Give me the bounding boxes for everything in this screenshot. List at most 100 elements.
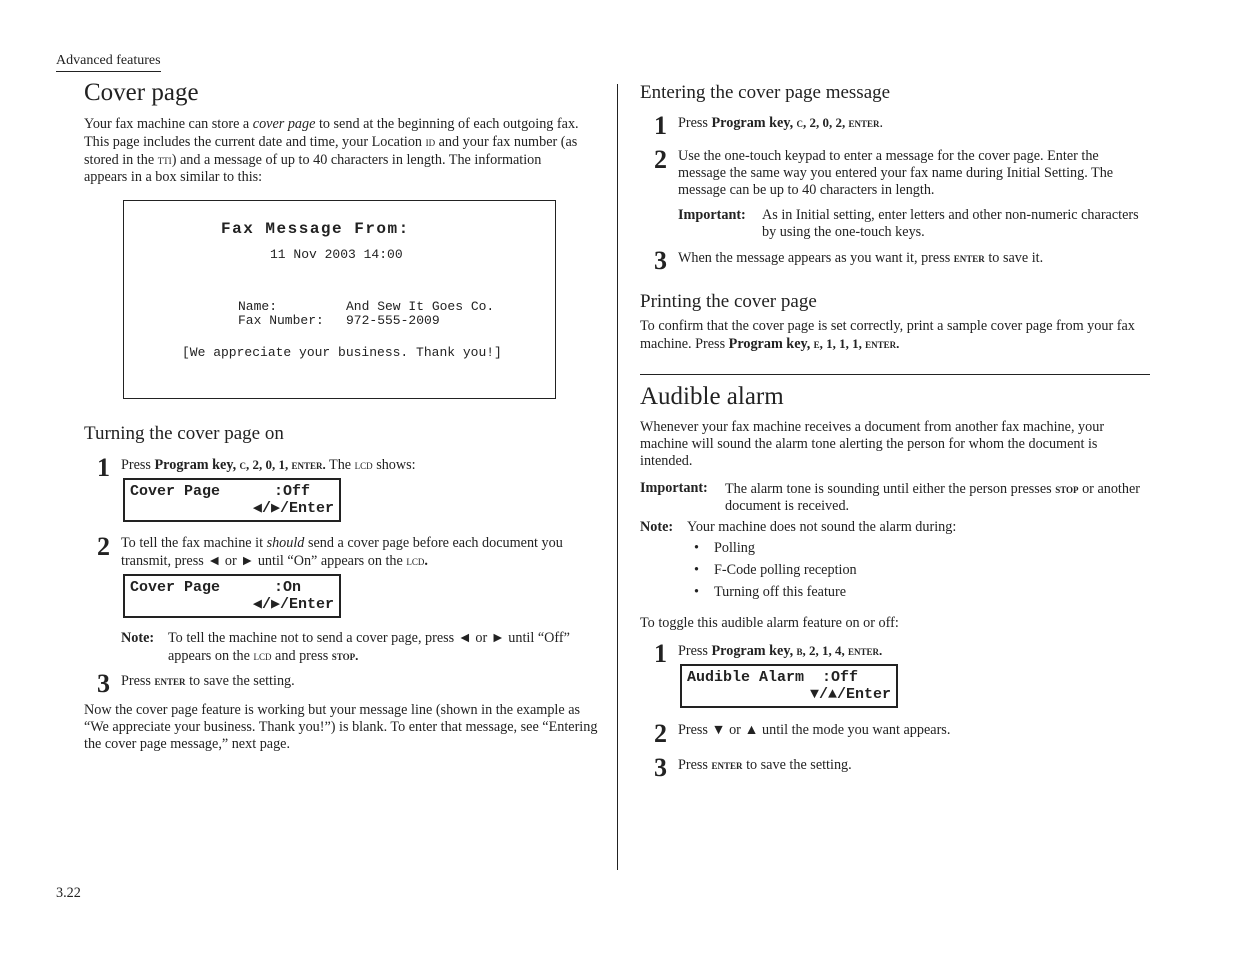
cover-page-intro: Your fax machine can store a cover page …: [84, 116, 584, 186]
list-item: Turning off this feature: [694, 584, 857, 606]
note-text-part: To tell the machine not to send a cover …: [168, 630, 570, 664]
step-text: When the message appears as you want it,…: [678, 250, 954, 266]
step-text: Press: [678, 757, 712, 773]
step-text: Press: [121, 457, 155, 473]
step-emphasis: should: [266, 535, 305, 551]
stop-key: STOP: [1055, 481, 1079, 496]
step-number: 3: [97, 669, 110, 698]
lcd-display-audible-alarm: Audible Alarm :Off ▼/▲/Enter: [680, 664, 898, 708]
program-key-label: Program key,: [711, 643, 794, 659]
enter-key: ENTER.: [291, 457, 326, 472]
step-text: shows:: [372, 457, 416, 473]
important-label: Important:: [678, 207, 746, 223]
program-key-label: Program key,: [711, 115, 794, 131]
lcd-line-2: ◀/▶/Enter: [252, 500, 334, 517]
enter-key: ENTER.: [847, 643, 883, 658]
step-text: .: [424, 553, 428, 569]
key-sequence: E, 1, 1, 1,: [810, 336, 866, 351]
important-text-part: The alarm tone is sounding until either …: [725, 481, 1056, 497]
step-text: to save the setting.: [185, 673, 295, 689]
step-text: Press: [678, 115, 712, 131]
fax-sample-fax-label: Fax Number:: [238, 313, 324, 328]
lcd-line-2: ▼/▲/Enter: [809, 686, 891, 703]
turning-on-title: Turning the cover page on: [84, 423, 284, 444]
lcd-line-2: ◀/▶/Enter: [252, 596, 334, 613]
note-label: Note:: [640, 519, 674, 535]
intro-text: Your fax machine can store a: [84, 116, 253, 132]
turning-on-step-3: Press ENTER to save the setting.: [121, 672, 601, 690]
section-divider: [640, 374, 1150, 375]
audible-note: Note: Your machine does not sound the al…: [640, 519, 1145, 536]
entering-step-2: Use the one-touch keypad to enter a mess…: [678, 148, 1114, 198]
alarm-step-3: Press ENTER to save the setting.: [678, 756, 1148, 774]
step-number: 1: [654, 111, 667, 140]
key-sequence: C, 2, 0, 1,: [236, 457, 292, 472]
alarm-exceptions-list: Polling F-Code polling reception Turning…: [694, 540, 857, 606]
audible-important: Important: The alarm tone is sounding un…: [640, 480, 1145, 515]
lcd-abbr: LCD: [253, 648, 272, 663]
step-text: To tell the fax machine it: [121, 535, 267, 551]
fax-sample-heading: Fax Message From:: [221, 220, 410, 238]
page-number: 3.22: [56, 885, 81, 901]
audible-alarm-intro: Whenever your fax machine receives a doc…: [640, 419, 1105, 469]
program-key-label: Program key,: [728, 336, 811, 352]
note-text: To tell the machine not to send a cover …: [168, 630, 601, 665]
audible-alarm-title: Audible alarm: [640, 383, 784, 410]
enter-key: ENTER: [848, 115, 880, 130]
lcd-display-cover-on: Cover Page :On ◀/▶/Enter: [123, 574, 341, 618]
step-number: 3: [654, 753, 667, 782]
lcd-line-1: Cover Page :On: [130, 579, 302, 596]
enter-key: ENTER: [154, 673, 186, 688]
step-number: 1: [654, 639, 667, 668]
entering-message-title: Entering the cover page message: [640, 82, 891, 103]
printing-title: Printing the cover page: [640, 291, 817, 312]
column-divider: [617, 84, 618, 870]
step-text: Press: [121, 673, 155, 689]
important-text: The alarm tone is sounding until either …: [725, 480, 1145, 515]
key-sequence: B, 2, 1, 4,: [793, 643, 848, 658]
entering-step-3: When the message appears as you want it,…: [678, 249, 1148, 267]
list-item: F-Code polling reception: [694, 562, 857, 584]
turning-on-step-1: Press Program key, C, 2, 0, 1, ENTER. Th…: [121, 456, 601, 474]
enter-key: ENTER: [953, 250, 985, 265]
program-key-label: Program key,: [154, 457, 237, 473]
step-text: .: [879, 115, 884, 131]
fax-sample-datetime: 11 Nov 2003 14:00: [270, 247, 403, 262]
step-text: Press: [678, 643, 712, 659]
intro-id: ID: [425, 134, 436, 149]
step-text: to save the setting.: [742, 757, 852, 773]
running-head: Advanced features: [56, 53, 161, 72]
stop-key: STOP.: [331, 648, 359, 663]
step-text: to save it.: [984, 250, 1044, 266]
alarm-step-2: Press ▼ or ▲ until the mode you want app…: [678, 722, 951, 738]
intro-emphasis: cover page: [252, 116, 316, 132]
intro-tti: TTI: [157, 152, 172, 167]
printing-text: To confirm that the cover page is set co…: [640, 318, 1150, 353]
turning-on-note: Note: To tell the machine not to send a …: [121, 630, 601, 665]
fax-sample-name-label: Name:: [238, 299, 278, 314]
lcd-display-cover-off: Cover Page :Off ◀/▶/Enter: [123, 478, 341, 522]
lcd-line-1: Audible Alarm :Off: [687, 669, 859, 686]
note-label: Note:: [121, 630, 155, 646]
list-item: Polling: [694, 540, 857, 562]
step-number: 3: [654, 246, 667, 275]
fax-sample-box: Fax Message From: 11 Nov 2003 14:00 Name…: [123, 200, 556, 399]
toggle-text: To toggle this audible alarm feature on …: [640, 615, 899, 631]
lcd-line-1: Cover Page :Off: [130, 483, 311, 500]
key-sequence: C, 2, 0, 2,: [793, 115, 849, 130]
enter-key: ENTER.: [865, 336, 900, 351]
lcd-abbr: LCD: [406, 553, 425, 568]
entering-step-1: Press Program key, C, 2, 0, 2, ENTER.: [678, 114, 1148, 132]
important-label: Important:: [640, 480, 708, 496]
fax-sample-message: [We appreciate your business. Thank you!…: [182, 345, 502, 360]
entering-important: Important: As in Initial setting, enter …: [678, 207, 1148, 241]
cover-page-title: Cover page: [84, 79, 199, 106]
step-number: 2: [97, 532, 110, 561]
step-text: The: [325, 457, 355, 473]
cover-page-closing: Now the cover page feature is working bu…: [84, 702, 598, 752]
lcd-abbr: LCD: [354, 457, 373, 472]
step-number: 1: [97, 453, 110, 482]
note-text: Your machine does not sound the alarm du…: [687, 519, 957, 535]
alarm-step-1: Press Program key, B, 2, 1, 4, ENTER.: [678, 642, 1148, 660]
fax-sample-name-value: And Sew It Goes Co.: [346, 299, 495, 314]
